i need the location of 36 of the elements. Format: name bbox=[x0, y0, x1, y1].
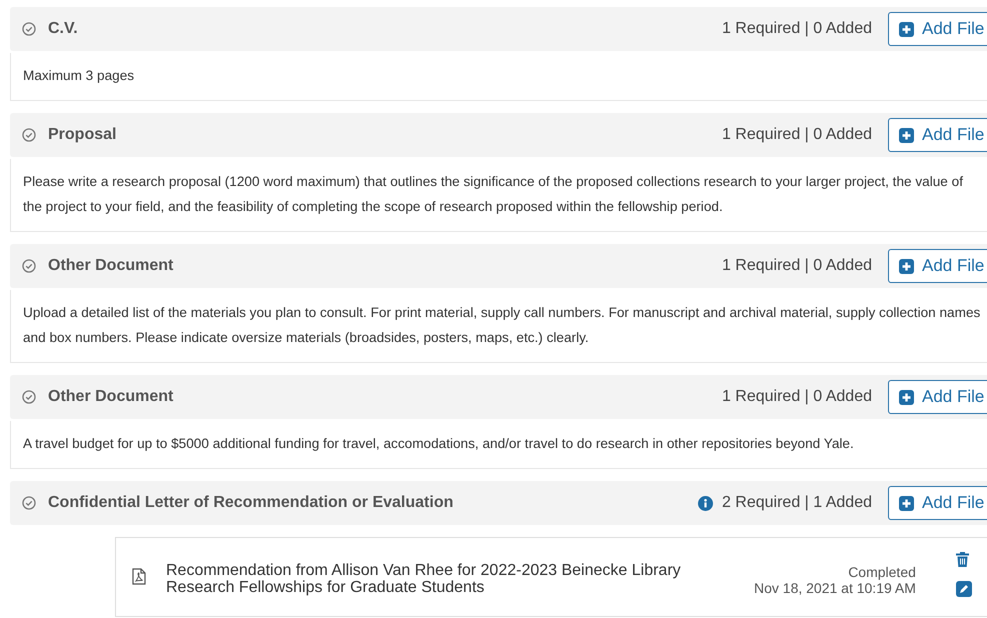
section-description: Maximum 3 pages bbox=[10, 53, 987, 101]
section-description: Please write a research proposal (1200 word maximum) that outlines the significance of the proposed collections research to your larger project, the value of the project to your field, and the feasibility of completing the scope of research proposed within the fellowship period. bbox=[10, 159, 987, 232]
plus-square-icon bbox=[899, 128, 914, 142]
add-file-button[interactable]: Add File bbox=[888, 118, 987, 152]
file-count: 1 Required | 0 Added bbox=[722, 388, 872, 406]
plus-square-icon bbox=[899, 22, 914, 36]
add-file-button[interactable]: Add File bbox=[888, 380, 987, 414]
add-file-button[interactable]: Add File bbox=[888, 12, 987, 46]
section-description: Upload a detailed list of the materials you plan to consult. For print material, supply call numbers. For manuscript and archival material, supply collection names and box numbers. Please indicate oversize materials (broadsides, posters, maps, etc.) clearly. bbox=[10, 290, 987, 363]
file-count: 1 Required | 0 Added bbox=[722, 20, 872, 38]
edit-icon[interactable] bbox=[956, 581, 972, 597]
plus-square-icon bbox=[899, 390, 914, 404]
file-name[interactable]: Recommendation from Allison Van Rhee for 2022-2023 Beinecke Library Research Fellowships for Graduate Students bbox=[166, 562, 726, 596]
section-title: Other Document bbox=[48, 388, 174, 406]
add-file-button[interactable]: Add File bbox=[888, 249, 987, 283]
file-count: 2 Required | 1 Added bbox=[722, 494, 872, 512]
pdf-file-icon bbox=[132, 568, 146, 585]
section-title: Proposal bbox=[48, 126, 118, 144]
check-circle-icon bbox=[22, 496, 36, 510]
plus-square-icon bbox=[899, 496, 914, 510]
check-circle-icon bbox=[22, 390, 36, 404]
section-title: C.V. bbox=[48, 20, 79, 38]
file-status: Completed bbox=[848, 564, 916, 580]
section-title: Other Document bbox=[48, 257, 174, 275]
file-count: 1 Required | 0 Added bbox=[722, 126, 872, 144]
check-circle-icon bbox=[22, 22, 36, 36]
check-circle-icon bbox=[22, 128, 36, 142]
plus-square-icon bbox=[899, 258, 914, 274]
file-date: Nov 18, 2021 at 10:19 AM bbox=[754, 580, 916, 596]
delete-icon[interactable] bbox=[956, 552, 969, 567]
check-circle-icon bbox=[22, 259, 36, 273]
info-icon bbox=[698, 496, 713, 510]
file-count: 1 Required | 0 Added bbox=[722, 257, 872, 275]
section-description: A travel budget for up to $5000 additional funding for travel, accomodations, and/or travel to do research in other repositories beyond Yale. bbox=[10, 421, 987, 469]
section-title: Confidential Letter of Recommendation or Evaluation bbox=[48, 494, 454, 512]
add-file-button[interactable]: Add File bbox=[888, 486, 987, 520]
